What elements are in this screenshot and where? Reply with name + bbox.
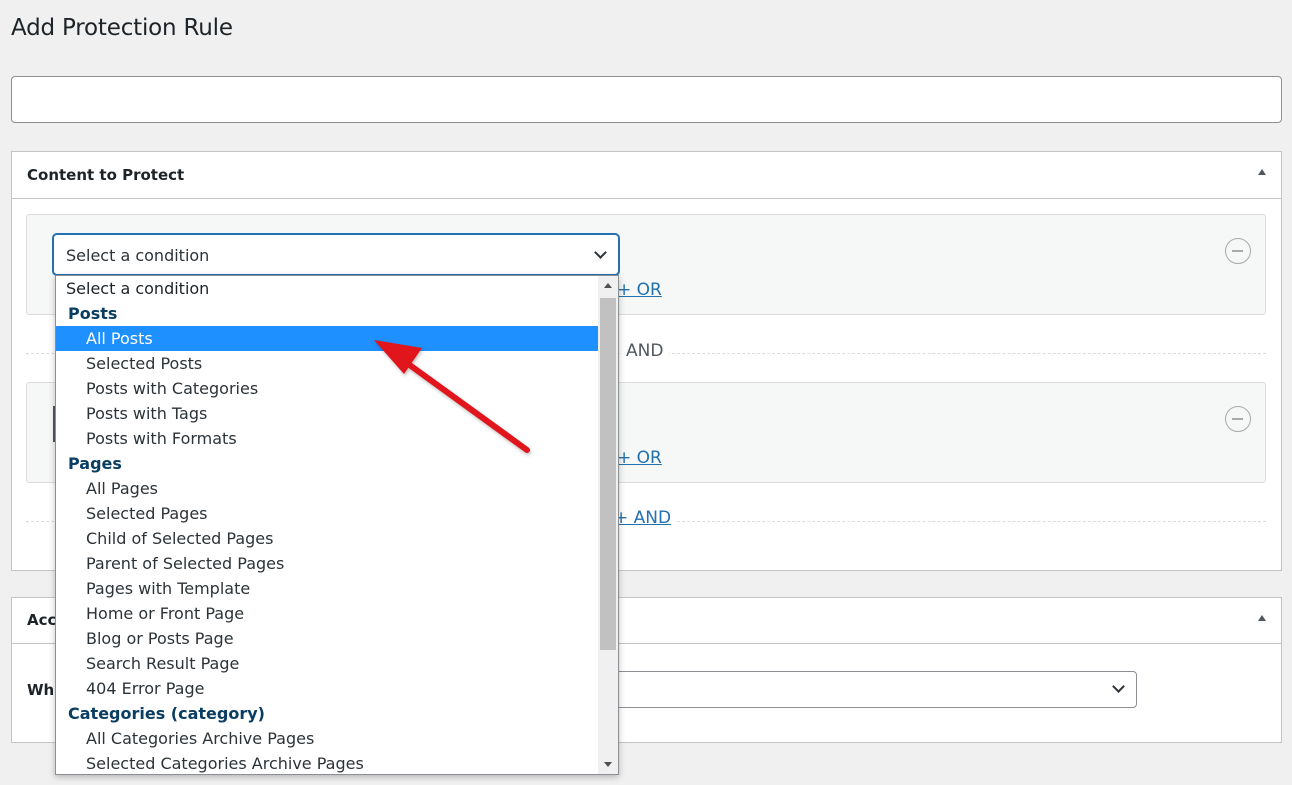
dropdown-option[interactable]: 404 Error Page <box>56 676 598 701</box>
or-link-1[interactable]: + OR <box>617 280 662 300</box>
scroll-up-icon[interactable] <box>604 283 612 288</box>
dropdown-option[interactable]: Search Result Page <box>56 651 598 676</box>
dropdown-option[interactable]: Blog or Posts Page <box>56 626 598 651</box>
condition-select-value: Select a condition <box>66 246 210 265</box>
access-box-title: Acc <box>27 611 57 629</box>
scrollbar-thumb[interactable] <box>600 298 616 650</box>
page-title: Add Protection Rule <box>11 15 233 41</box>
dropdown-placeholder[interactable]: Select a condition <box>56 276 598 301</box>
chevron-down-icon <box>594 246 607 259</box>
and-text: AND <box>620 341 670 361</box>
rule-title-input[interactable] <box>11 76 1282 123</box>
content-box-header[interactable]: Content to Protect <box>12 152 1281 199</box>
dropdown-option[interactable]: Pages with Template <box>56 576 598 601</box>
dropdown-option[interactable]: Home or Front Page <box>56 601 598 626</box>
dropdown-option[interactable]: Selected Categories Archive Pages <box>56 751 598 774</box>
access-label: Wh <box>27 681 55 699</box>
dropdown-group-label: Categories (category) <box>68 704 265 723</box>
dropdown-option[interactable]: Child of Selected Pages <box>56 526 598 551</box>
condition-select[interactable]: Select a condition <box>53 234 619 275</box>
access-select[interactable] <box>610 671 1137 708</box>
dropdown-group-label: Posts <box>68 304 118 323</box>
dropdown-scrollbar[interactable] <box>598 276 618 774</box>
annotation-arrow-icon <box>374 340 530 453</box>
dropdown-option[interactable]: Selected Pages <box>56 501 598 526</box>
remove-condition-icon[interactable] <box>1225 406 1251 432</box>
dropdown-option[interactable]: All Pages <box>56 476 598 501</box>
scroll-down-icon[interactable] <box>604 762 612 767</box>
dropdown-option[interactable]: All Categories Archive Pages <box>56 726 598 751</box>
remove-condition-icon[interactable] <box>1225 238 1251 264</box>
toggle-up-icon[interactable] <box>1258 169 1266 175</box>
dropdown-option[interactable]: Parent of Selected Pages <box>56 551 598 576</box>
or-link-2[interactable]: + OR <box>617 448 662 468</box>
toggle-up-icon[interactable] <box>1258 615 1266 621</box>
content-box-title: Content to Protect <box>27 166 185 184</box>
chevron-down-icon <box>1112 680 1125 693</box>
